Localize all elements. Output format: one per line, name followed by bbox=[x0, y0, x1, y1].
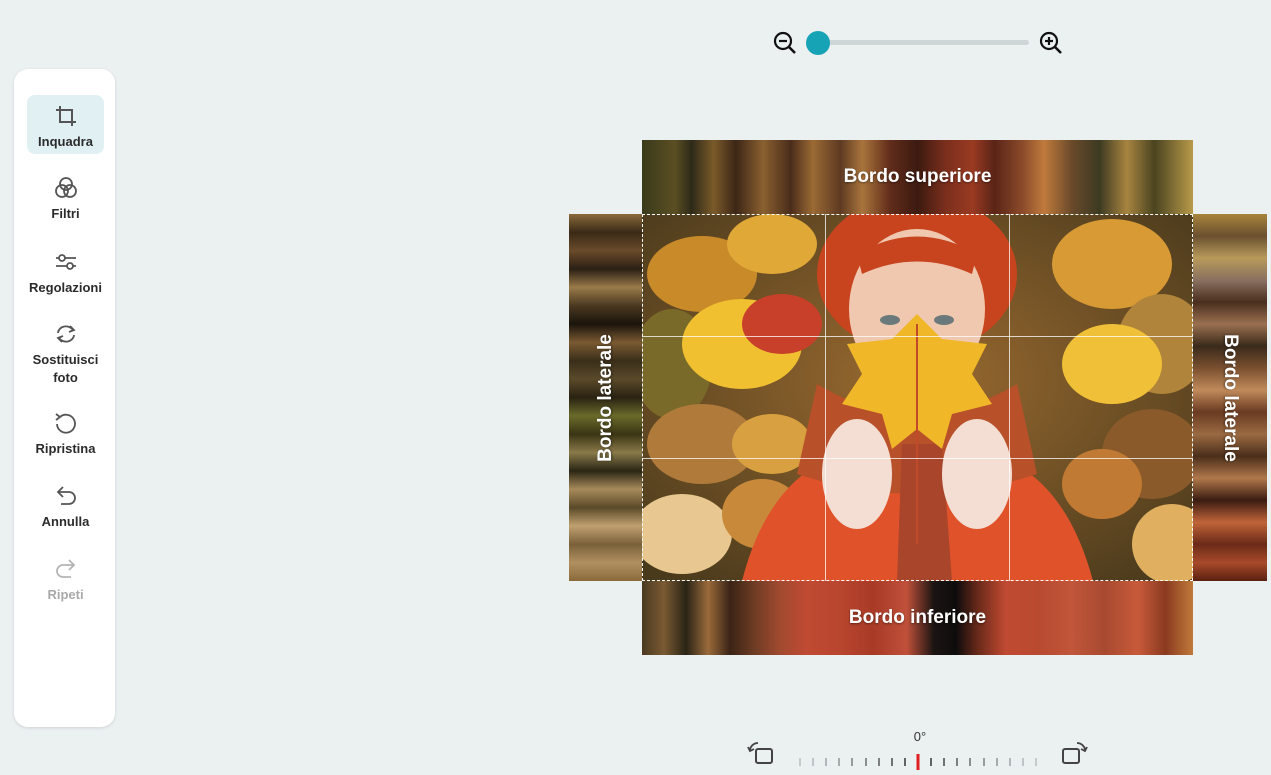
redo-button[interactable]: Ripeti bbox=[27, 556, 104, 608]
crop-tool-label: Inquadra bbox=[38, 134, 93, 149]
left-bleed-label: Bordo laterale bbox=[594, 333, 616, 462]
rotate-right-icon bbox=[1062, 742, 1088, 764]
photo-image bbox=[642, 214, 1193, 581]
crop-icon bbox=[55, 106, 76, 126]
zoom-slider-track[interactable] bbox=[818, 40, 1029, 45]
adjustments-tool-button[interactable]: Regolazioni bbox=[27, 249, 104, 301]
top-bleed-label: Bordo superiore bbox=[843, 166, 992, 187]
filters-tool-label: Filtri bbox=[51, 206, 80, 221]
zoom-in-icon bbox=[1039, 31, 1062, 54]
filters-icon bbox=[54, 177, 77, 198]
bottom-bleed-label: Bordo inferiore bbox=[848, 607, 987, 628]
zoom-out-icon bbox=[773, 31, 796, 54]
rotate-left-icon bbox=[747, 742, 773, 764]
rotate-right-button[interactable] bbox=[1058, 739, 1088, 769]
undo-label: Annulla bbox=[41, 514, 90, 529]
sliders-icon bbox=[55, 254, 76, 270]
right-bleed-label: Bordo laterale bbox=[1220, 333, 1241, 462]
redo-label: Ripeti bbox=[47, 587, 84, 602]
adjustments-tool-label: Regolazioni bbox=[29, 280, 102, 295]
reset-button[interactable]: Ripristina bbox=[27, 410, 104, 462]
crop-tool-button[interactable]: Inquadra bbox=[27, 95, 104, 154]
photo-canvas[interactable] bbox=[642, 214, 1193, 581]
rotation-angle-label: 0° bbox=[913, 729, 927, 744]
undo-icon bbox=[56, 486, 76, 505]
zoom-slider-thumb[interactable] bbox=[806, 31, 830, 55]
tool-sidebar: Inquadra Filtri Regolazioni Sostituisci … bbox=[14, 69, 115, 727]
zoom-out-button[interactable] bbox=[772, 30, 798, 56]
rotation-ruler[interactable] bbox=[798, 754, 1038, 770]
filters-tool-button[interactable]: Filtri bbox=[27, 175, 104, 227]
top-bleed-band: Bordo superiore bbox=[642, 140, 1193, 214]
replace-photo-button[interactable]: Sostituisci foto bbox=[27, 321, 104, 391]
bottom-bleed-band: Bordo inferiore bbox=[642, 581, 1193, 655]
undo-button[interactable]: Annulla bbox=[27, 483, 104, 535]
replace-photo-label: Sostituisci foto bbox=[32, 352, 99, 385]
reset-label: Ripristina bbox=[35, 441, 96, 456]
replace-icon bbox=[55, 325, 76, 343]
right-bleed-band: Bordo laterale bbox=[1193, 214, 1267, 581]
reset-icon bbox=[54, 413, 76, 434]
rotation-ruler-ticks bbox=[799, 754, 1037, 770]
zoom-in-button[interactable] bbox=[1038, 30, 1064, 56]
left-bleed-band: Bordo laterale bbox=[569, 214, 642, 581]
redo-icon bbox=[55, 559, 75, 578]
rotate-left-button[interactable] bbox=[747, 739, 777, 769]
